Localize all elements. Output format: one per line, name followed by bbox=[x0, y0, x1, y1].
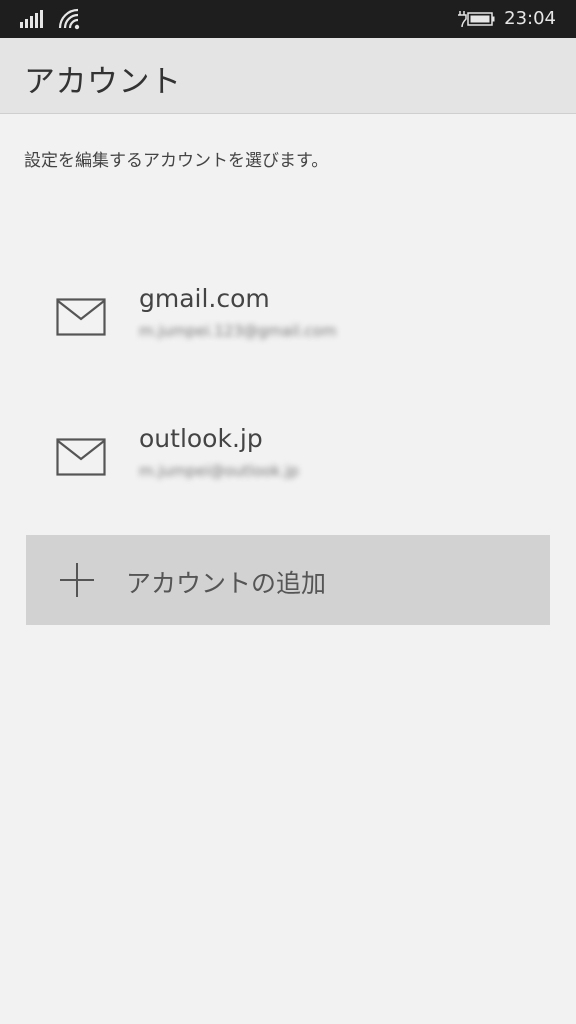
status-time: 23:04 bbox=[504, 8, 556, 29]
account-name: gmail.com bbox=[139, 284, 270, 313]
signal-icon bbox=[20, 10, 43, 28]
add-account-button[interactable]: アカウントの追加 bbox=[26, 535, 550, 625]
account-item-gmail[interactable]: gmail.com m.jumpei.123@gmail.com bbox=[26, 270, 550, 370]
battery-charging-icon bbox=[458, 11, 495, 28]
account-name: outlook.jp bbox=[139, 424, 263, 453]
account-item-outlook[interactable]: outlook.jp m.jumpei@outlook.jp bbox=[26, 410, 550, 510]
header: アカウント bbox=[0, 38, 576, 114]
wifi-icon bbox=[58, 8, 80, 30]
plus-icon bbox=[60, 563, 94, 597]
instruction-text: 設定を編集するアカウントを選びます。 bbox=[24, 151, 329, 171]
account-email: m.jumpei.123@gmail.com bbox=[139, 322, 337, 340]
add-account-label: アカウントの追加 bbox=[126, 569, 327, 598]
account-email: m.jumpei@outlook.jp bbox=[139, 462, 299, 480]
mail-icon bbox=[56, 298, 106, 336]
status-bar: 23:04 bbox=[0, 0, 576, 38]
page-title: アカウント bbox=[24, 64, 182, 100]
mail-icon bbox=[56, 438, 106, 476]
